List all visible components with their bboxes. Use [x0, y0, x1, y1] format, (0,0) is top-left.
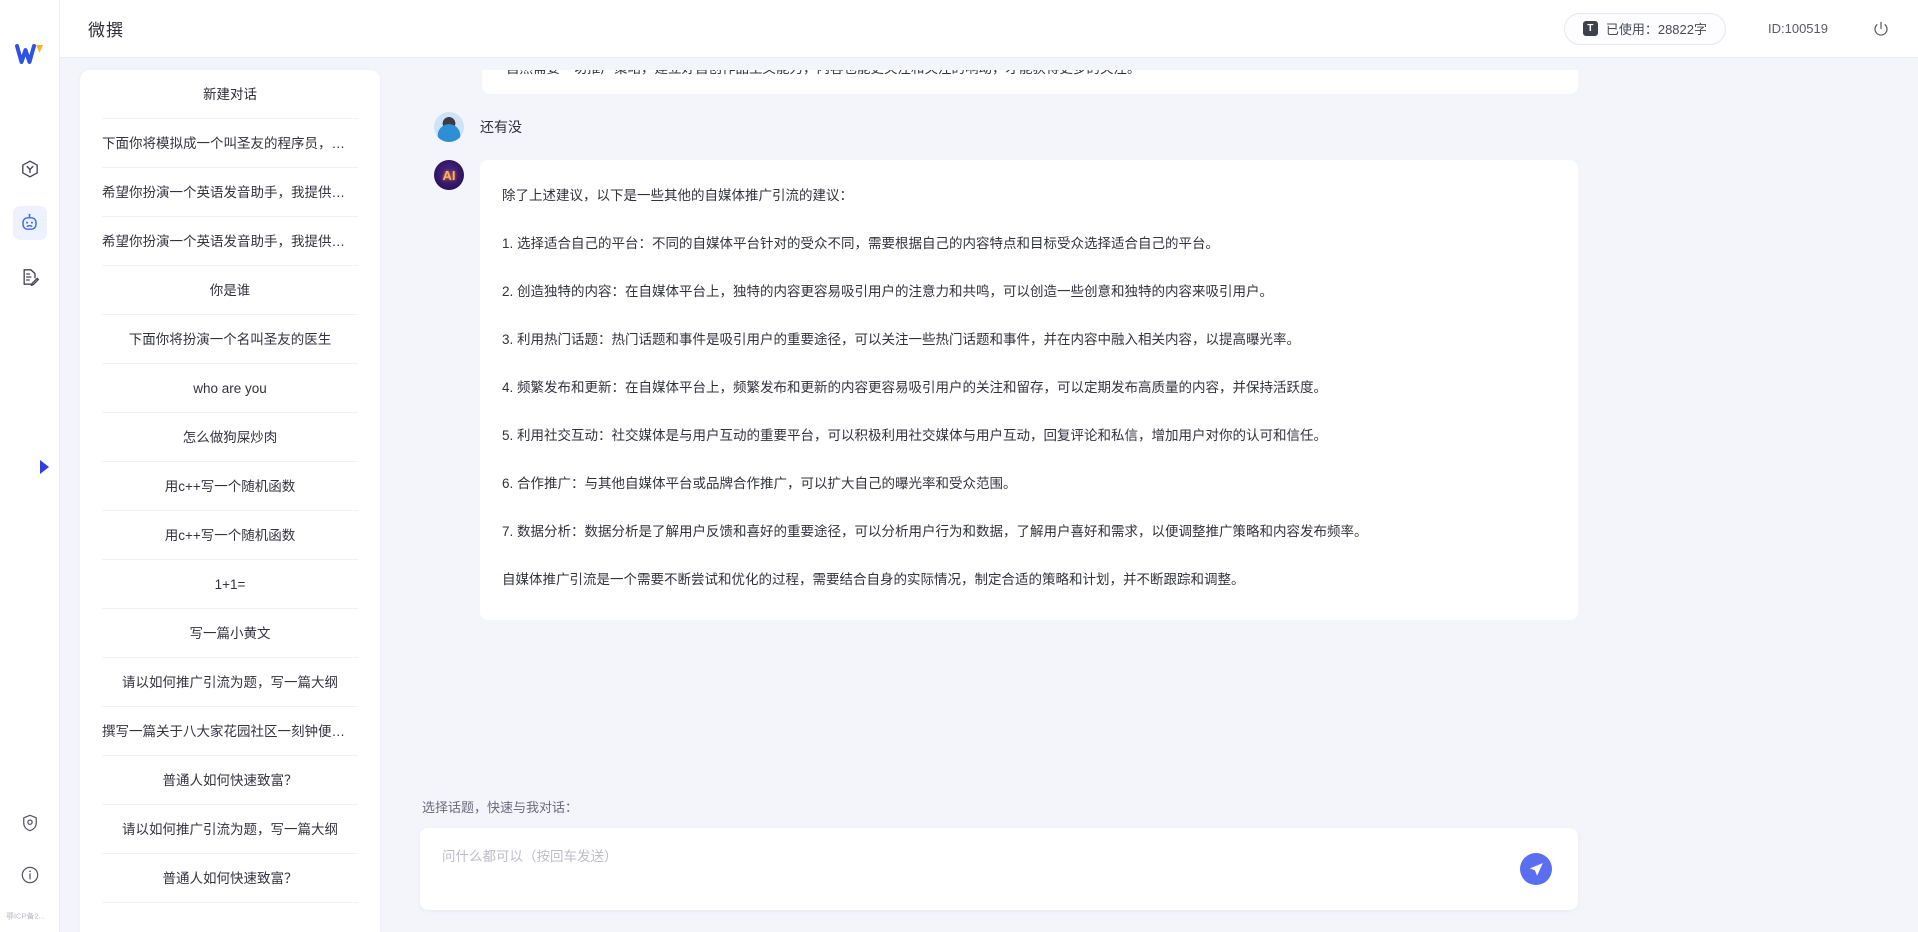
power-icon — [1872, 20, 1890, 38]
list-item[interactable]: 写一篇小黄文 — [102, 609, 358, 658]
ai-paragraph: 自媒体推广引流是一个需要不断尝试和优化的过程，需要结合自身的实际情况，制定合适的… — [502, 566, 1548, 594]
app-root: 鄂ICP备2... 微撰 T 已使用：28822字 ID:100519 — [0, 0, 1918, 932]
info-button[interactable] — [13, 858, 47, 892]
clipped-previous-message: 自然需要一切推广策略，建立好自创作品主义能力，内容也能更关注和关注的响动，才能获… — [482, 70, 1578, 94]
user-message-row: 还有没 — [420, 112, 1878, 142]
list-item[interactable]: 普通人如何快速致富？ — [102, 854, 358, 903]
list-item[interactable]: 普通人如何快速致富？ — [102, 756, 358, 805]
send-button[interactable] — [1520, 853, 1552, 885]
security-button[interactable] — [13, 806, 47, 840]
list-item[interactable]: who are you — [102, 364, 358, 413]
composer-label: 选择话题，快速与我对话： — [420, 797, 1578, 816]
ai-avatar-icon: AI — [434, 160, 464, 190]
ai-paragraph: 5. 利用社交互动：社交媒体是与用户互动的重要平台，可以积极利用社交媒体与用户互… — [502, 422, 1548, 450]
sidebar-item-cube[interactable] — [13, 152, 47, 186]
ai-paragraph: 2. 创造独特的内容：在自媒体平台上，独特的内容更容易吸引用户的注意力和共鸣，可… — [502, 278, 1548, 306]
list-item[interactable]: 用c++写一个随机函数 — [102, 511, 358, 560]
icp-footer-text: 鄂ICP备2... — [5, 911, 54, 921]
ai-paragraph: 7. 数据分析：数据分析是了解用户反馈和喜好的重要途径，可以分析用户行为和数据，… — [502, 518, 1548, 546]
ai-message-row: AI 除了上述建议，以下是一些其他的自媒体推广引流的建议： 1. 选择适合自己的… — [420, 160, 1878, 620]
list-item[interactable]: 用c++写一个随机函数 — [102, 462, 358, 511]
list-item[interactable]: 撰写一篇关于八大家花园社区一刻钟便民生... — [102, 707, 358, 756]
chat-scroll-region[interactable]: 自然需要一切推广策略，建立好自创作品主义能力，内容也能更关注和关注的响动，才能获… — [420, 70, 1878, 775]
chat-area: 自然需要一切推广策略，建立好自创作品主义能力，内容也能更关注和关注的响动，才能获… — [380, 70, 1918, 932]
list-item[interactable]: 请以如何推广引流为题，写一篇大纲 — [102, 658, 358, 707]
message-input[interactable] — [420, 828, 1578, 910]
rail-nav-group — [13, 152, 47, 294]
ai-paragraph: 3. 利用热门话题：热门话题和事件是吸引用户的重要途径，可以关注一些热门话题和事… — [502, 326, 1548, 354]
cube-icon — [20, 159, 40, 179]
w-logo-icon — [15, 42, 45, 68]
ai-paragraph: 4. 频繁发布和更新：在自媒体平台上，频繁发布和更新的内容更容易吸引用户的关注和… — [502, 374, 1548, 402]
new-conversation-button[interactable]: 新建对话 — [102, 70, 358, 119]
avatar: AI — [434, 160, 464, 190]
composer: 选择话题，快速与我对话： — [420, 775, 1578, 932]
w-logo[interactable] — [13, 38, 47, 72]
sidebar-expand-toggle[interactable] — [34, 455, 54, 479]
usage-chip[interactable]: T 已使用：28822字 — [1564, 13, 1726, 45]
info-icon — [20, 865, 40, 885]
list-item[interactable]: 1+1= — [102, 560, 358, 609]
token-badge-icon: T — [1583, 21, 1598, 36]
robot-icon — [19, 213, 40, 234]
avatar — [434, 112, 464, 142]
user-id-label: ID:100519 — [1768, 21, 1828, 36]
list-item[interactable]: 请以如何推广引流为题，写一篇大纲 — [102, 805, 358, 854]
list-item[interactable]: 希望你扮演一个英语发音助手，我提供给你... — [102, 168, 358, 217]
usage-text: 已使用：28822字 — [1606, 19, 1707, 38]
sidebar-item-robot-chat[interactable] — [13, 206, 47, 240]
user-avatar-icon — [434, 112, 464, 142]
list-item[interactable]: 怎么做狗屎炒肉 — [102, 413, 358, 462]
document-edit-icon — [20, 267, 40, 287]
conversation-list[interactable]: 新建对话 下面你将模拟成一个叫圣友的程序员，我说... 希望你扮演一个英语发音助… — [80, 70, 380, 932]
conversation-sidebar: 新建对话 下面你将模拟成一个叫圣友的程序员，我说... 希望你扮演一个英语发音助… — [80, 70, 380, 932]
shield-icon — [20, 813, 40, 833]
logout-button[interactable] — [1870, 18, 1892, 40]
page-title: 微撰 — [88, 16, 124, 41]
user-message-text: 还有没 — [480, 112, 522, 142]
composer-box — [420, 828, 1578, 910]
list-item[interactable]: 下面你将模拟成一个叫圣友的程序员，我说... — [102, 119, 358, 168]
ai-paragraph: 6. 合作推广：与其他自媒体平台或品牌合作推广，可以扩大自己的曝光率和受众范围。 — [502, 470, 1548, 498]
ai-paragraph: 1. 选择适合自己的平台：不同的自媒体平台针对的受众不同，需要根据自己的内容特点… — [502, 230, 1548, 258]
list-item[interactable]: 希望你扮演一个英语发音助手，我提供给你... — [102, 217, 358, 266]
sidebar-item-document-edit[interactable] — [13, 260, 47, 294]
main-column: 微撰 T 已使用：28822字 ID:100519 新建对话 下面你将模拟成一个 — [60, 0, 1918, 932]
send-icon — [1528, 861, 1545, 878]
content-body: 新建对话 下面你将模拟成一个叫圣友的程序员，我说... 希望你扮演一个英语发音助… — [60, 58, 1918, 932]
top-header-bar: 微撰 T 已使用：28822字 ID:100519 — [60, 0, 1918, 58]
left-icon-rail: 鄂ICP备2... — [0, 0, 60, 932]
rail-bottom-group: 鄂ICP备2... — [0, 806, 59, 922]
list-item[interactable]: 你是谁 — [102, 266, 358, 315]
composer-bottom-gap — [420, 910, 1578, 932]
expand-arrow-icon — [37, 458, 51, 476]
clipped-message-text: 自然需要一切推广策略，建立好自创作品主义能力，内容也能更关注和关注的响动，才能获… — [506, 70, 1554, 82]
list-item[interactable]: 下面你将扮演一个名叫圣友的医生 — [102, 315, 358, 364]
ai-paragraph: 除了上述建议，以下是一些其他的自媒体推广引流的建议： — [502, 182, 1548, 210]
ai-message-bubble: 除了上述建议，以下是一些其他的自媒体推广引流的建议： 1. 选择适合自己的平台：… — [480, 160, 1578, 620]
